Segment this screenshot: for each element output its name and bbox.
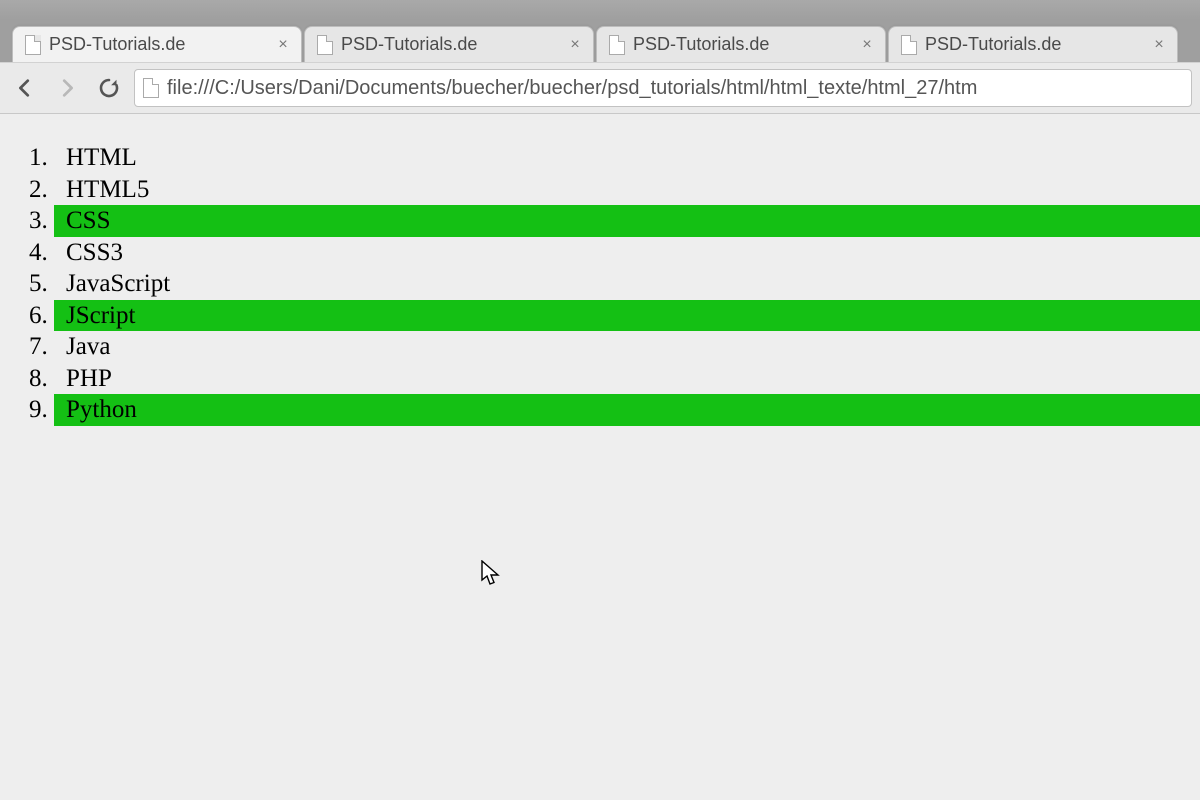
close-icon[interactable]: ×	[567, 37, 583, 53]
file-icon	[317, 35, 333, 55]
arrow-left-icon	[14, 77, 36, 99]
reload-icon	[97, 76, 121, 100]
address-bar[interactable]: file:///C:/Users/Dani/Documents/buecher/…	[134, 69, 1192, 107]
list-item: JavaScript	[54, 268, 1200, 300]
file-icon	[901, 35, 917, 55]
reload-button[interactable]	[92, 71, 126, 105]
arrow-right-icon	[56, 77, 78, 99]
close-icon[interactable]: ×	[1151, 37, 1167, 53]
list-item: HTML5	[54, 174, 1200, 206]
close-icon[interactable]: ×	[859, 37, 875, 53]
list-item: Java	[54, 331, 1200, 363]
browser-toolbar: file:///C:/Users/Dani/Documents/buecher/…	[0, 62, 1200, 114]
tab-title: PSD-Tutorials.de	[925, 34, 1143, 55]
list-item: CSS3	[54, 237, 1200, 269]
close-icon[interactable]: ×	[275, 37, 291, 53]
page-content: HTML HTML5 CSS CSS3 JavaScript JScript J…	[0, 114, 1200, 800]
tab-title: PSD-Tutorials.de	[49, 34, 267, 55]
list-item: JScript	[54, 300, 1200, 332]
back-button[interactable]	[8, 71, 42, 105]
browser-tab[interactable]: PSD-Tutorials.de ×	[12, 26, 302, 62]
list-item: PHP	[54, 363, 1200, 395]
tab-title: PSD-Tutorials.de	[633, 34, 851, 55]
browser-tab[interactable]: PSD-Tutorials.de ×	[888, 26, 1178, 62]
list-item: HTML	[54, 142, 1200, 174]
list-item: Python	[54, 394, 1200, 426]
address-url: file:///C:/Users/Dani/Documents/buecher/…	[167, 77, 977, 100]
file-icon	[25, 35, 41, 55]
ordered-list: HTML HTML5 CSS CSS3 JavaScript JScript J…	[0, 142, 1200, 426]
browser-tab[interactable]: PSD-Tutorials.de ×	[596, 26, 886, 62]
tab-strip: PSD-Tutorials.de × PSD-Tutorials.de × PS…	[0, 20, 1200, 62]
file-icon	[143, 78, 159, 98]
window-chrome-top	[0, 0, 1200, 20]
list-item: CSS	[54, 205, 1200, 237]
forward-button[interactable]	[50, 71, 84, 105]
tab-title: PSD-Tutorials.de	[341, 34, 559, 55]
browser-tab[interactable]: PSD-Tutorials.de ×	[304, 26, 594, 62]
file-icon	[609, 35, 625, 55]
